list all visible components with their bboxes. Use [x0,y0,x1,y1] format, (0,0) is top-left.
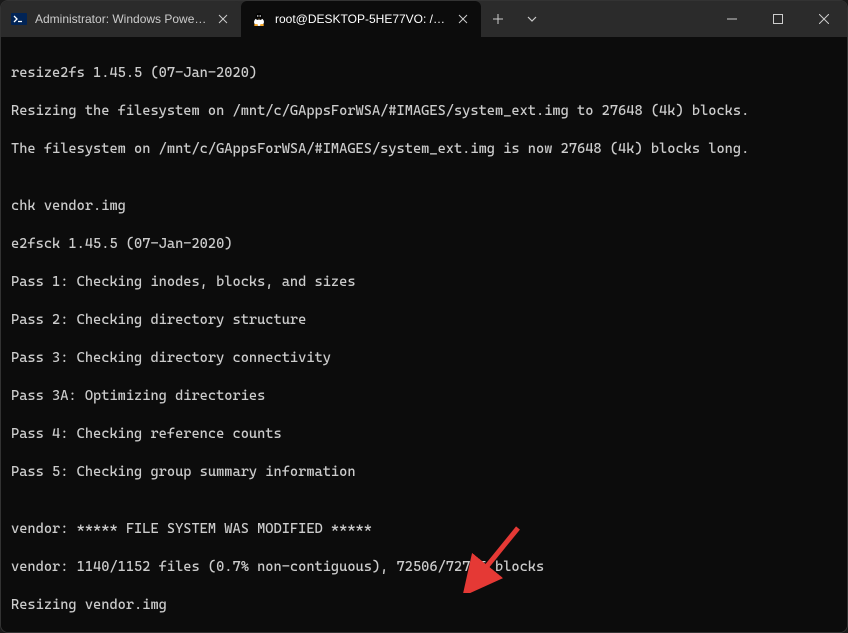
terminal-line: resize2fs 1.45.5 (07-Jan-2020) [11,64,837,83]
terminal-line: Pass 3A: Optimizing directories [11,387,837,406]
tab-title: root@DESKTOP-5HE77VO: /mnt [275,12,447,26]
terminal-line: The filesystem on /mnt/c/GAppsForWSA/#IM… [11,140,837,159]
maximize-button[interactable] [755,1,801,37]
tab-dropdown-button[interactable] [515,1,549,37]
terminal-line: Pass 3: Checking directory connectivity [11,349,837,368]
terminal-line: vendor: 1140/1152 files (0.7% non-contig… [11,558,837,577]
tab-close-button[interactable] [455,11,471,27]
terminal-line: chk vendor.img [11,197,837,216]
tab-linux[interactable]: root@DESKTOP-5HE77VO: /mnt [241,1,481,37]
terminal-window: Administrator: Windows PowerShell [0,0,848,633]
new-tab-button[interactable] [481,1,515,37]
terminal-line: Resizing the filesystem on /mnt/c/GAppsF… [11,102,837,121]
terminal-line: Pass 2: Checking directory structure [11,311,837,330]
window-controls [709,1,847,37]
terminal-line: Pass 4: Checking reference counts [11,425,837,444]
terminal-line: Pass 1: Checking inodes, blocks, and siz… [11,273,837,292]
terminal-line: vendor: ***** FILE SYSTEM WAS MODIFIED *… [11,520,837,539]
tab-close-button[interactable] [215,11,231,27]
close-button[interactable] [801,1,847,37]
titlebar: Administrator: Windows PowerShell [1,1,847,37]
terminal-line: e2fsck 1.45.5 (07-Jan-2020) [11,235,837,254]
terminal-line: Pass 5: Checking group summary informati… [11,463,837,482]
terminal-line: Resizing vendor.img [11,596,837,615]
tux-icon [251,11,267,27]
tabs-area: Administrator: Windows PowerShell [1,1,709,37]
terminal-output[interactable]: resize2fs 1.45.5 (07-Jan-2020) Resizing … [1,37,847,632]
tab-title: Administrator: Windows PowerShell [35,12,207,26]
tab-powershell[interactable]: Administrator: Windows PowerShell [1,1,241,37]
powershell-icon [11,11,27,27]
minimize-button[interactable] [709,1,755,37]
